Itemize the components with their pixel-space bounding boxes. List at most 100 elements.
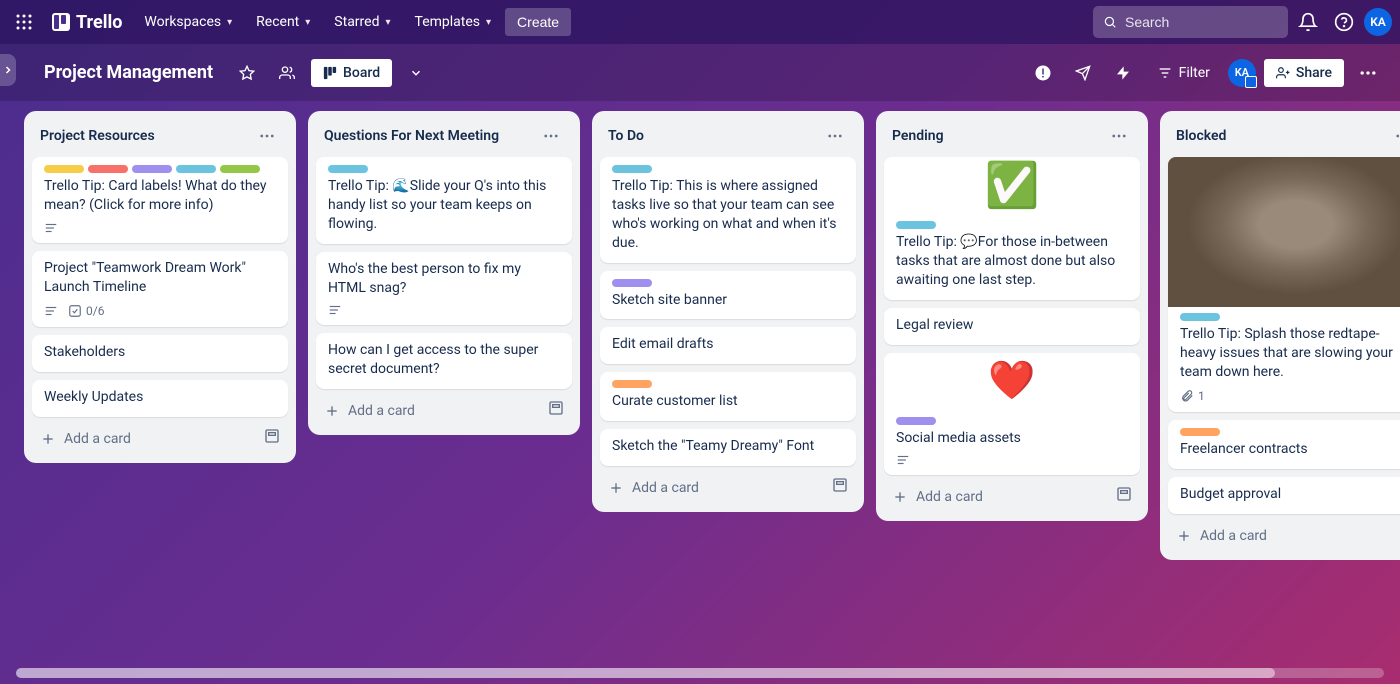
user-avatar[interactable]: KA [1364, 8, 1392, 36]
alert-icon[interactable] [1027, 57, 1059, 89]
label-purple[interactable] [132, 165, 172, 173]
add-card-button[interactable]: Add a card [884, 481, 991, 513]
card-title: How can I get access to the super secret… [328, 341, 560, 379]
nav-recent[interactable]: Recent▾ [246, 8, 320, 36]
star-board-icon[interactable] [231, 57, 263, 89]
description-icon [328, 303, 342, 317]
label-sky[interactable] [176, 165, 216, 173]
view-options-icon[interactable] [400, 57, 432, 89]
horizontal-scrollbar[interactable] [16, 668, 1384, 678]
list-menu-icon[interactable] [1390, 123, 1400, 149]
visibility-icon[interactable] [271, 57, 303, 89]
add-card-button[interactable]: Add a card [316, 395, 423, 427]
card-template-icon[interactable] [824, 469, 856, 501]
card[interactable]: Trello Tip: Splash those redtape-heavy i… [1168, 157, 1400, 412]
list-menu-icon[interactable] [822, 123, 848, 149]
card[interactable]: How can I get access to the super secret… [316, 333, 572, 389]
list: Questions For Next Meeting Trello Tip: 🌊S… [308, 111, 580, 435]
share-button[interactable]: Share [1264, 59, 1344, 87]
list: Blocked Trello Tip: Splash those redtape-… [1160, 111, 1400, 560]
cards-container: ✅Trello Tip: 💬For those in-between tasks… [884, 157, 1140, 475]
card-labels [612, 380, 844, 388]
card[interactable]: Weekly Updates [32, 380, 288, 417]
rocket-icon[interactable] [1067, 57, 1099, 89]
add-card-button[interactable]: Add a card [32, 423, 139, 455]
board-header: Project Management Board Filter KA Share [0, 44, 1400, 101]
list-title[interactable]: Pending [892, 128, 944, 144]
nav-templates[interactable]: Templates▾ [405, 8, 502, 36]
card-title: Budget approval [1180, 485, 1400, 504]
help-icon[interactable] [1328, 6, 1360, 38]
add-card-button[interactable]: Add a card [1168, 520, 1275, 552]
card[interactable]: Trello Tip: 🌊Slide your Q's into this ha… [316, 157, 572, 244]
nav-workspaces[interactable]: Workspaces▾ [134, 8, 242, 36]
card-title: Weekly Updates [44, 388, 276, 407]
trello-logo[interactable]: Trello [44, 12, 130, 33]
card-template-icon[interactable] [540, 392, 572, 424]
list-menu-icon[interactable] [538, 123, 564, 149]
board-view-switch[interactable]: Board [311, 59, 392, 87]
card-title: Project "Teamwork Dream Work" Launch Tim… [44, 259, 276, 297]
search-box[interactable] [1093, 6, 1288, 38]
card[interactable]: Legal review [884, 308, 1140, 345]
label-lime[interactable] [220, 165, 260, 173]
add-card-button[interactable]: Add a card [600, 472, 707, 504]
card-badges [328, 303, 560, 317]
card[interactable]: Sketch site banner [600, 271, 856, 320]
cards-container: Trello Tip: This is where assigned tasks… [600, 157, 856, 466]
card[interactable]: Freelancer contracts [1168, 420, 1400, 469]
list-title[interactable]: Questions For Next Meeting [324, 128, 499, 144]
chevron-down-icon: ▾ [385, 17, 390, 28]
nav-starred[interactable]: Starred▾ [324, 8, 400, 36]
apps-switcher-icon[interactable] [8, 6, 40, 38]
card[interactable]: Curate customer list [600, 372, 856, 421]
board-menu-icon[interactable] [1352, 57, 1384, 89]
search-input[interactable] [1125, 14, 1278, 30]
label-sky[interactable] [612, 165, 652, 173]
card[interactable]: Edit email drafts [600, 327, 856, 364]
create-button[interactable]: Create [505, 8, 571, 36]
card[interactable]: Trello Tip: Card labels! What do they me… [32, 157, 288, 243]
scrollbar-thumb[interactable] [16, 668, 1275, 678]
notifications-icon[interactable] [1292, 6, 1324, 38]
description-icon [896, 453, 910, 467]
card[interactable]: Sketch the "Teamy Dreamy" Font [600, 429, 856, 466]
list-title[interactable]: Project Resources [40, 128, 155, 144]
label-purple[interactable] [612, 279, 652, 287]
search-icon [1103, 14, 1117, 30]
card-title: Sketch site banner [612, 291, 844, 310]
list-header: Project Resources [32, 119, 288, 157]
card[interactable]: Trello Tip: This is where assigned tasks… [600, 157, 856, 263]
card[interactable]: Project "Teamwork Dream Work" Launch Tim… [32, 251, 288, 327]
card-template-icon[interactable] [256, 420, 288, 452]
label-sky[interactable] [328, 165, 368, 173]
card[interactable]: ❤️Social media assets [884, 353, 1140, 476]
board-title[interactable]: Project Management [34, 62, 223, 83]
list-menu-icon[interactable] [254, 123, 280, 149]
filter-button[interactable]: Filter [1147, 59, 1220, 87]
share-icon [1276, 66, 1290, 80]
card[interactable]: Budget approval [1168, 477, 1400, 514]
list-title[interactable]: Blocked [1176, 128, 1226, 144]
label-sky[interactable] [896, 221, 936, 229]
card-template-icon[interactable] [1392, 517, 1400, 549]
card-template-icon[interactable] [1108, 478, 1140, 510]
expand-sidebar-button[interactable] [0, 54, 16, 86]
card-labels [44, 165, 276, 173]
label-purple[interactable] [896, 417, 936, 425]
label-red[interactable] [88, 165, 128, 173]
board-canvas[interactable]: Project Resources Trello Tip: Card labels… [0, 101, 1400, 684]
list-title[interactable]: To Do [608, 128, 644, 144]
automation-icon[interactable] [1107, 57, 1139, 89]
label-yellow[interactable] [44, 165, 84, 173]
card[interactable]: ✅Trello Tip: 💬For those in-between tasks… [884, 157, 1140, 300]
board-member-avatar[interactable]: KA [1228, 59, 1256, 87]
label-orange[interactable] [612, 380, 652, 388]
card[interactable]: Who's the best person to fix my HTML sna… [316, 252, 572, 326]
label-sky[interactable] [1180, 313, 1220, 321]
filter-label: Filter [1179, 65, 1210, 81]
list-menu-icon[interactable] [1106, 123, 1132, 149]
card-cover-heart: ❤️ [884, 353, 1140, 411]
label-orange[interactable] [1180, 428, 1220, 436]
card[interactable]: Stakeholders [32, 335, 288, 372]
